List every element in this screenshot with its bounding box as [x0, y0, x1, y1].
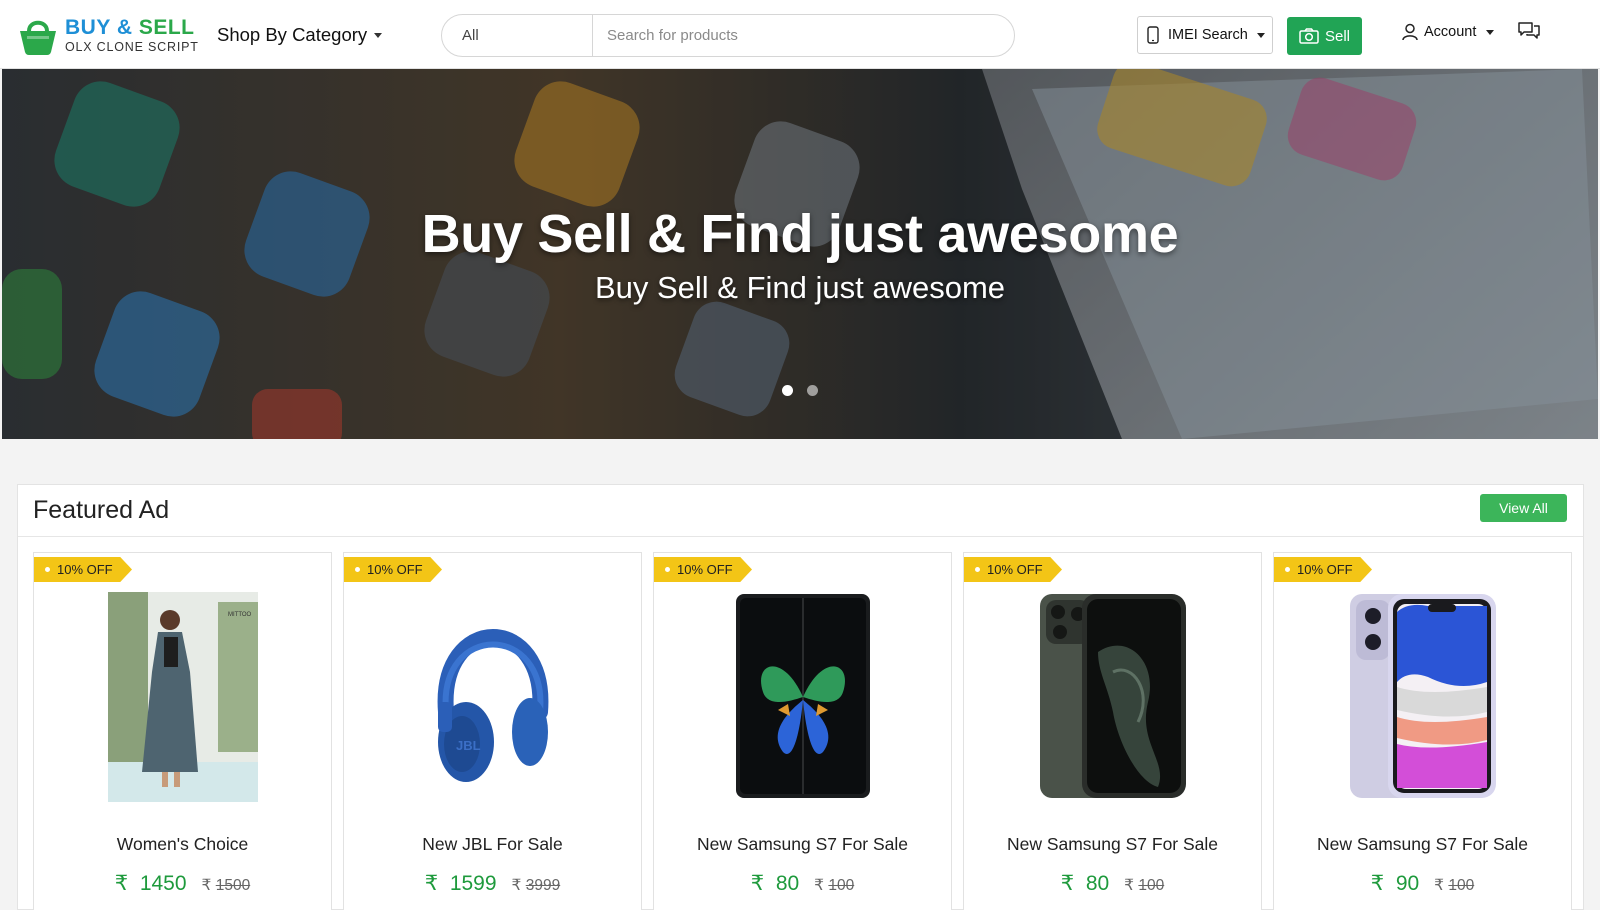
ad-image-headphones: JBL [344, 592, 641, 802]
ad-price: ₹ 80 ₹ 100 [654, 871, 951, 896]
ad-card[interactable]: 10% OFF MITTOO Women's Choice ₹ 1450 ₹ 1… [33, 552, 332, 910]
site-logo[interactable]: BUY & SELL OLX CLONE SCRIPT [18, 14, 199, 56]
discount-label: 10% OFF [1297, 562, 1353, 577]
svg-text:MITTOO: MITTOO [228, 612, 252, 618]
svg-text:JBL: JBL [456, 738, 481, 753]
ad-price: ₹ 1599 ₹ 3999 [344, 871, 641, 896]
original-price: 1500 [215, 877, 251, 894]
search-category-value: All [462, 27, 479, 44]
mobile-phone-icon [1147, 26, 1159, 44]
discount-badge: 10% OFF [654, 557, 752, 582]
ad-title: New Samsung S7 For Sale [1316, 834, 1529, 854]
discount-label: 10% OFF [57, 562, 113, 577]
slider-dot[interactable] [782, 385, 793, 396]
hero-title: Buy Sell & Find just awesome [421, 204, 1179, 264]
currency-symbol: ₹ [1434, 877, 1445, 894]
shop-by-category-label: Shop By Category [217, 24, 368, 45]
current-price: 80 [775, 872, 800, 895]
ad-price: ₹ 80 ₹ 100 [964, 871, 1261, 896]
basket-logo-icon [18, 14, 58, 56]
ad-image-iphone-pro [964, 592, 1261, 802]
ad-image-iphone-purple [1274, 592, 1571, 802]
caret-down-icon [1256, 32, 1265, 38]
currency-symbol: ₹ [814, 877, 825, 894]
chat-bubbles-icon [1518, 21, 1540, 41]
ad-title: New Samsung S7 For Sale [1006, 834, 1219, 854]
original-price: 100 [828, 877, 855, 894]
shop-by-category-menu[interactable]: Shop By Category [217, 24, 383, 46]
featured-ad-list: 10% OFF MITTOO Women's Choice ₹ 1450 ₹ 1… [33, 552, 1572, 910]
discount-label: 10% OFF [677, 562, 733, 577]
sell-button[interactable]: Sell [1287, 17, 1362, 55]
camera-icon [1299, 28, 1319, 44]
ad-image-foldable-phone [654, 592, 951, 802]
ad-title: Women's Choice [116, 834, 249, 854]
logo-subtitle: OLX CLONE SCRIPT [65, 39, 199, 54]
logo-word-sell: SELL [138, 15, 195, 39]
currency-symbol: ₹ [1060, 872, 1075, 895]
view-all-button[interactable]: View All [1480, 494, 1567, 522]
ad-price: ₹ 90 ₹ 100 [1274, 871, 1571, 896]
current-price: 1450 [139, 872, 187, 895]
currency-symbol: ₹ [511, 877, 522, 894]
chat-button[interactable] [1518, 21, 1540, 41]
logo-ampersand: & [116, 15, 133, 39]
currency-symbol: ₹ [114, 872, 129, 895]
ad-price: ₹ 1450 ₹ 1500 [34, 871, 331, 896]
hero-subtitle: Buy Sell & Find just awesome [594, 270, 1006, 305]
imei-search-button[interactable]: IMEI Search [1137, 16, 1273, 54]
search-bar: All [441, 14, 1015, 57]
currency-symbol: ₹ [1370, 872, 1385, 895]
discount-label: 10% OFF [987, 562, 1043, 577]
user-icon [1402, 23, 1418, 41]
search-category-select[interactable]: All [442, 15, 593, 56]
ad-card[interactable]: 10% OFF JBL New JBL For Sale ₹ 1599 ₹ 39… [343, 552, 642, 910]
featured-header: Featured Ad View All [18, 485, 1583, 537]
ad-title: New JBL For Sale [422, 834, 563, 854]
discount-badge: 10% OFF [34, 557, 132, 582]
original-price: 100 [1448, 877, 1475, 894]
ad-card[interactable]: 10% OFF New Samsung S7 For Sale ₹ 80 ₹ 1… [963, 552, 1262, 910]
account-menu[interactable]: Account [1402, 23, 1495, 41]
caret-down-icon [374, 32, 383, 38]
logo-word-buy: BUY [65, 15, 111, 39]
discount-badge: 10% OFF [1274, 557, 1372, 582]
search-input[interactable] [593, 15, 1014, 56]
account-label: Account [1424, 24, 1477, 40]
ad-title: New Samsung S7 For Sale [696, 834, 909, 854]
discount-badge: 10% OFF [344, 557, 442, 582]
ad-image-dress: MITTOO [34, 592, 331, 802]
currency-symbol: ₹ [750, 872, 765, 895]
original-price: 3999 [525, 877, 561, 894]
currency-symbol: ₹ [424, 872, 439, 895]
currency-symbol: ₹ [201, 877, 212, 894]
imei-search-label: IMEI Search [1168, 27, 1248, 43]
ad-card[interactable]: 10% OFF New Samsung S7 For Sale ₹ 90 ₹ 1… [1273, 552, 1572, 910]
current-price: 80 [1085, 872, 1110, 895]
slider-indicators [782, 385, 818, 396]
sell-label: Sell [1324, 27, 1350, 45]
slider-dot[interactable] [807, 385, 818, 396]
section-title: Featured Ad [33, 496, 170, 524]
original-price: 100 [1138, 877, 1165, 894]
current-price: 1599 [449, 872, 497, 895]
ad-card[interactable]: 10% OFF New Samsung S7 For Sale ₹ 80 ₹ 1… [653, 552, 952, 910]
hero-slider: Buy Sell & Find just awesome Buy Sell & … [2, 69, 1598, 439]
top-header: BUY & SELL OLX CLONE SCRIPT Shop By Cate… [0, 0, 1600, 69]
current-price: 90 [1395, 872, 1420, 895]
currency-symbol: ₹ [1124, 877, 1135, 894]
featured-ads-section: Featured Ad View All 10% OFF MITTOO Wome… [17, 484, 1584, 910]
caret-down-icon [1486, 29, 1495, 35]
discount-label: 10% OFF [367, 562, 423, 577]
discount-badge: 10% OFF [964, 557, 1062, 582]
